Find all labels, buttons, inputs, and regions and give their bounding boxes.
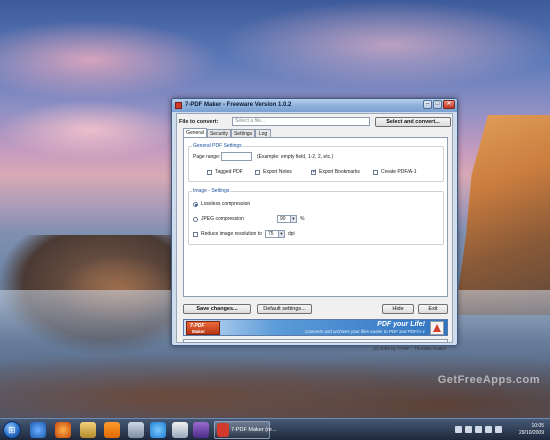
export-notes-checkbox-box[interactable]	[255, 169, 260, 175]
file-label: File to convert:	[179, 119, 219, 125]
promo-banner: 7-PDF Maker PDF your Life! Converts and …	[183, 319, 448, 336]
wallpaper-cliff	[455, 115, 550, 315]
tray-flag-icon[interactable]	[455, 426, 462, 433]
tagged-pdf-checkbox-box[interactable]	[207, 169, 212, 175]
lossless-compression-radio[interactable]: Lossless compression	[193, 201, 250, 207]
clock-time: 10:05	[531, 423, 544, 429]
pdf-icon	[430, 321, 444, 335]
general-pdf-settings-title: General PDF Settings	[192, 143, 243, 149]
window-client: File to convert: Select a file... Select…	[176, 113, 453, 351]
progress-bar	[183, 339, 448, 343]
close-button[interactable]: ✕	[443, 100, 455, 109]
page-range-input[interactable]	[221, 152, 252, 161]
tray-network-icon[interactable]	[485, 426, 492, 433]
wallpaper-cloud	[0, 100, 180, 160]
vlc-icon[interactable]	[104, 422, 120, 438]
chevron-down-icon[interactable]: ▼	[278, 231, 284, 237]
firefox-icon[interactable]	[55, 422, 71, 438]
export-bookmarks-checkbox-box[interactable]	[311, 168, 317, 175]
save-changes-button[interactable]: Save changes...	[183, 304, 251, 314]
folder-icon[interactable]	[80, 422, 96, 438]
maximize-button[interactable]: □	[433, 100, 442, 109]
reduce-resolution-checkbox-box[interactable]	[193, 231, 198, 237]
taskbar-item-7pdf-maker[interactable]: 7-PDF Maker (re...	[214, 421, 277, 439]
copyright-text: (c) 2009 by 7-PDF - Thorsten Hodes	[373, 346, 446, 351]
app-icon	[175, 102, 182, 109]
page-range-hint: (Example: empty field, 1-2, 2, etc.)	[257, 154, 334, 160]
banner-tagline: PDF your Life!	[377, 321, 425, 328]
clock-date: 29/10/2009	[518, 430, 544, 436]
taskbar-clock[interactable]: 10:05 29/10/2009	[519, 423, 544, 437]
wallpaper-cloud	[0, 20, 220, 100]
taskbar: ⊞ 7-PDF Maker (re... 10:05 29/10/2009	[0, 418, 550, 440]
create-pdfa-checkbox[interactable]: Create PDF/A-1	[373, 169, 417, 175]
windows-orb-icon[interactable]: ⊞	[3, 421, 21, 439]
select-and-convert-button[interactable]: Select and convert...	[375, 117, 451, 127]
tray-app-icon[interactable]	[475, 426, 482, 433]
general-tab-panel: General PDF Settings Page range: (Exampl…	[183, 137, 448, 297]
page-range-label: Page range:	[193, 154, 221, 160]
jpeg-compression-label: JPEG compression	[201, 216, 244, 222]
jpeg-quality-value: 90	[280, 216, 286, 222]
reduce-resolution-label: Reduce image resolution to	[201, 231, 262, 237]
tagged-pdf-checkbox[interactable]: Tagged PDF	[207, 169, 243, 175]
jpeg-compression-radio-dot[interactable]	[193, 216, 198, 222]
taskbar-item-label: 7-PDF Maker (re...	[231, 427, 277, 433]
file-row: File to convert: Select a file... Select…	[179, 117, 451, 127]
tagged-pdf-label: Tagged PDF	[215, 169, 243, 175]
jpeg-quality-unit: %	[300, 216, 305, 222]
internet-explorer-icon[interactable]	[30, 422, 46, 438]
system-tray: 10:05 29/10/2009	[453, 421, 547, 439]
image-settings-title: Image - Settings	[192, 188, 231, 194]
banner-subline: Converts and archives your files easier …	[305, 329, 425, 334]
lossless-compression-radio-dot[interactable]	[193, 201, 198, 207]
export-bookmarks-label: Export Bookmarks	[319, 169, 360, 175]
create-pdfa-checkbox-box[interactable]	[373, 169, 378, 175]
app-window: 7-PDF Maker - Freeware Version 1.0.2 – □…	[171, 98, 458, 351]
jpeg-quality-select[interactable]: 90 ▼	[277, 215, 297, 223]
title-bar[interactable]: 7-PDF Maker - Freeware Version 1.0.2 – □…	[172, 99, 457, 112]
reduce-resolution-select[interactable]: 75 ▼	[265, 230, 285, 238]
chevron-down-icon[interactable]: ▼	[290, 216, 296, 222]
app-icon[interactable]	[172, 422, 188, 438]
banner-logo: 7-PDF Maker	[186, 321, 220, 335]
tray-app-icon[interactable]	[465, 426, 472, 433]
create-pdfa-label: Create PDF/A-1	[381, 169, 417, 175]
default-settings-button[interactable]: Default settings...	[257, 304, 312, 314]
window-title: 7-PDF Maker - Freeware Version 1.0.2	[185, 102, 292, 108]
7pdf-app-icon	[217, 423, 229, 437]
reduce-resolution-value: 75	[268, 231, 274, 237]
export-bookmarks-checkbox[interactable]: Export Bookmarks	[311, 168, 360, 175]
desktop-watermark: GetFreeApps.com	[437, 374, 540, 386]
export-notes-checkbox[interactable]: Export Notes	[255, 169, 292, 175]
wallpaper-cloud	[220, 0, 550, 90]
minimize-button[interactable]: –	[423, 100, 432, 109]
lossless-compression-label: Lossless compression	[201, 201, 251, 207]
jpeg-compression-radio[interactable]: JPEG compression	[193, 216, 244, 222]
hide-button[interactable]: Hide	[382, 304, 414, 314]
general-pdf-settings-group: General PDF Settings Page range: (Exampl…	[188, 143, 444, 182]
app-icon[interactable]	[193, 422, 209, 438]
export-notes-label: Export Notes	[263, 169, 292, 175]
banner-logo-subtitle: Maker	[192, 329, 206, 334]
file-input[interactable]: Select a file...	[232, 117, 370, 126]
reduce-resolution-unit: dpi	[288, 231, 295, 237]
media-center-icon[interactable]	[128, 422, 144, 438]
skype-icon[interactable]	[150, 422, 166, 438]
tray-volume-icon[interactable]	[495, 426, 502, 433]
image-settings-group: Image - Settings Lossless compression JP…	[188, 188, 444, 245]
reduce-resolution-checkbox[interactable]: Reduce image resolution to	[193, 231, 262, 237]
exit-button[interactable]: Exit	[418, 304, 448, 314]
